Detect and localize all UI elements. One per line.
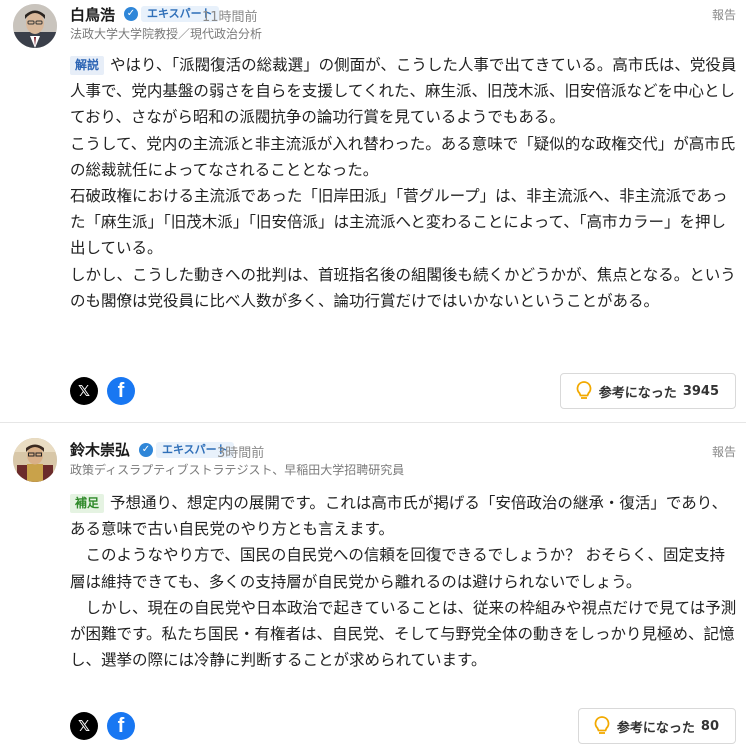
helpful-button[interactable]: 参考になった 3945 [559, 373, 736, 409]
comment-text: やはり、「派閥復活の総裁選」の側面が、こうした人事で出てきている。高市氏は、党役… [70, 56, 737, 310]
author-name[interactable]: 鈴木崇弘 [70, 439, 130, 460]
x-logo-icon: 𝕏 [77, 382, 91, 400]
comment-tag: 補足 [70, 494, 105, 513]
facebook-share-button[interactable]: f [107, 712, 135, 740]
author-title: 法政大学大学院教授／現代政治分析 [70, 27, 263, 41]
lightbulb-icon [576, 381, 592, 399]
post-time: 11時間前 [202, 10, 258, 25]
helpful-label: 参考になった [616, 720, 695, 736]
facebook-logo-icon: f [117, 379, 125, 402]
helpful-label: 参考になった [598, 385, 677, 401]
avatar[interactable] [13, 4, 57, 48]
check-badge-icon: ✓ [124, 7, 138, 21]
report-link[interactable]: 報告 [712, 443, 736, 460]
comment-tag: 解説 [70, 56, 105, 75]
x-share-button[interactable]: 𝕏 [70, 377, 98, 405]
facebook-logo-icon: f [117, 714, 125, 737]
x-share-button[interactable]: 𝕏 [70, 712, 98, 740]
report-link[interactable]: 報告 [712, 6, 736, 23]
avatar[interactable] [13, 438, 57, 482]
helpful-count: 3945 [682, 383, 719, 399]
expert-comment: 白鳥浩 ✓ エキスパート 11時間前 報告 法政大学大学院教授／現代政治分析 解… [0, 0, 746, 423]
author-name[interactable]: 白鳥浩 [70, 4, 115, 25]
lightbulb-icon [594, 716, 610, 734]
helpful-button[interactable]: 参考になった 80 [577, 708, 736, 744]
helpful-count: 80 [700, 718, 719, 734]
comment-body: 解説 やはり、「派閥復活の総裁選」の側面が、こうした人事で出てきている。高市氏は、… [70, 52, 740, 314]
check-badge-icon: ✓ [139, 443, 153, 457]
x-logo-icon: 𝕏 [77, 717, 91, 735]
comment-body: 補足 予想通り、想定内の展開です。これは高市氏が掲げる「安倍政治の継承・復活」であ… [70, 490, 740, 673]
post-time: 3時間前 [217, 446, 265, 461]
facebook-share-button[interactable]: f [107, 377, 135, 405]
expert-comment: 鈴木崇弘 ✓ エキスパート 3時間前 報告 政策ディスラプティブストラテジスト、… [0, 423, 746, 749]
author-title: 政策ディスラプティブストラテジスト、早稲田大学招聘研究員 [70, 463, 405, 477]
comment-text: 予想通り、想定内の展開です。これは高市氏が掲げる「安倍政治の継承・復活」であり、… [70, 494, 737, 670]
